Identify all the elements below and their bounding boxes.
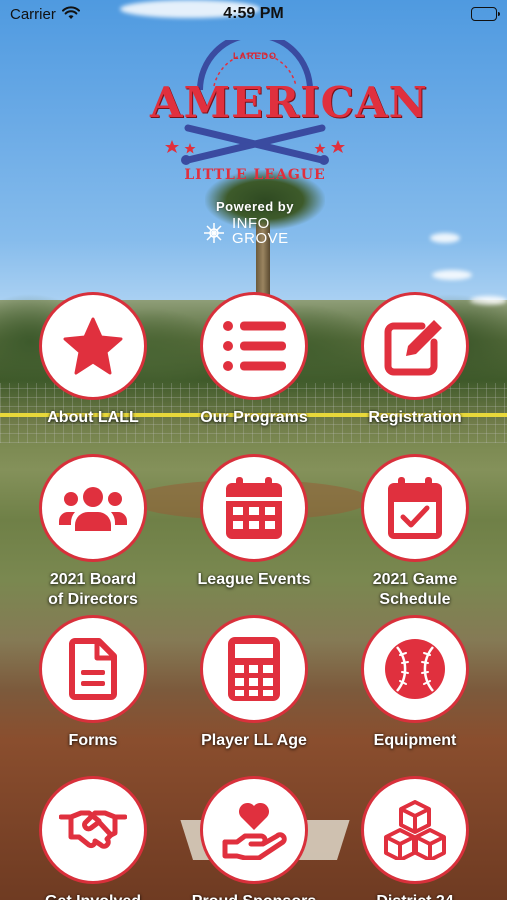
users-icon [59,487,127,531]
menu-tile-programs[interactable]: Our Programs [179,292,329,452]
menu-tile-get-involved[interactable]: Get Involved [18,776,168,900]
league-logo: LAREDO AMERICAN LITTLE LEAGUE Powered by… [150,40,429,252]
edit-icon [384,320,442,376]
app-screen: Carrier 4:59 PM LAREDO AMERICAN LITTLE L… [0,0,507,900]
menu-tile-registration[interactable]: Registration [340,292,490,452]
infogrove-glyph-icon [204,223,224,243]
star-icon [63,317,123,375]
powered-by-label: Powered by [216,199,294,214]
sponsors-button[interactable] [200,776,308,884]
menu-tile-sponsors[interactable]: Proud Sponsors [179,776,329,900]
get-involved-button[interactable] [39,776,147,884]
menu-tile-events[interactable]: League Events [179,454,329,614]
infogrove-line-1: INFO [232,215,270,232]
get-involved-label[interactable]: Get Involved [8,892,178,900]
age-button[interactable] [200,615,308,723]
age-label[interactable]: Player LL Age [169,731,339,751]
district-button[interactable] [361,776,469,884]
schedule-label[interactable]: 2021 Game Schedule [330,570,500,610]
document-icon [69,638,117,700]
menu-tile-forms[interactable]: Forms [18,615,168,775]
background-cloud [430,233,460,243]
programs-label[interactable]: Our Programs [169,408,339,428]
events-label[interactable]: League Events [169,570,339,590]
logo-subtitle-text: LITTLE LEAGUE [184,167,326,183]
menu-tile-about[interactable]: About LALL [18,292,168,452]
heart-hand-icon [222,802,287,860]
sponsors-label[interactable]: Proud Sponsors [169,892,339,900]
status-bar: Carrier 4:59 PM [0,0,507,30]
infogrove-logo: INFO GROVE [202,216,312,252]
menu-tile-board[interactable]: 2021 Board of Directors [18,454,168,614]
menu-tile-age[interactable]: Player LL Age [179,615,329,775]
infogrove-text: INFO GROVE [232,216,289,246]
list-icon [223,321,286,371]
district-label[interactable]: District 24 [330,892,500,900]
board-button[interactable] [39,454,147,562]
menu-tile-schedule[interactable]: 2021 Game Schedule [340,454,490,614]
forms-label[interactable]: Forms [8,731,178,751]
programs-button[interactable] [200,292,308,400]
calculator-icon [228,637,280,701]
calendar-icon [226,477,282,539]
events-button[interactable] [200,454,308,562]
handshake-icon [59,810,127,849]
schedule-button[interactable] [361,454,469,562]
logo-title-text: AMERICAN [150,78,429,127]
status-time: 4:59 PM [223,5,284,22]
about-label[interactable]: About LALL [8,408,178,428]
battery-icon [471,7,500,21]
background-cloud [432,270,472,280]
infogrove-line-2: GROVE [232,230,289,247]
logo-city-text: LAREDO [233,51,277,61]
menu-tile-district[interactable]: District 24 [340,776,490,900]
about-button[interactable] [39,292,147,400]
forms-button[interactable] [39,615,147,723]
menu-tile-equipment[interactable]: Equipment [340,615,490,775]
registration-label[interactable]: Registration [330,408,500,428]
boxes-icon [384,800,446,860]
calendar-check-icon [388,477,442,539]
baseball-icon [385,639,445,699]
registration-button[interactable] [361,292,469,400]
equipment-button[interactable] [361,615,469,723]
board-label[interactable]: 2021 Board of Directors [8,570,178,610]
equipment-label[interactable]: Equipment [330,731,500,751]
